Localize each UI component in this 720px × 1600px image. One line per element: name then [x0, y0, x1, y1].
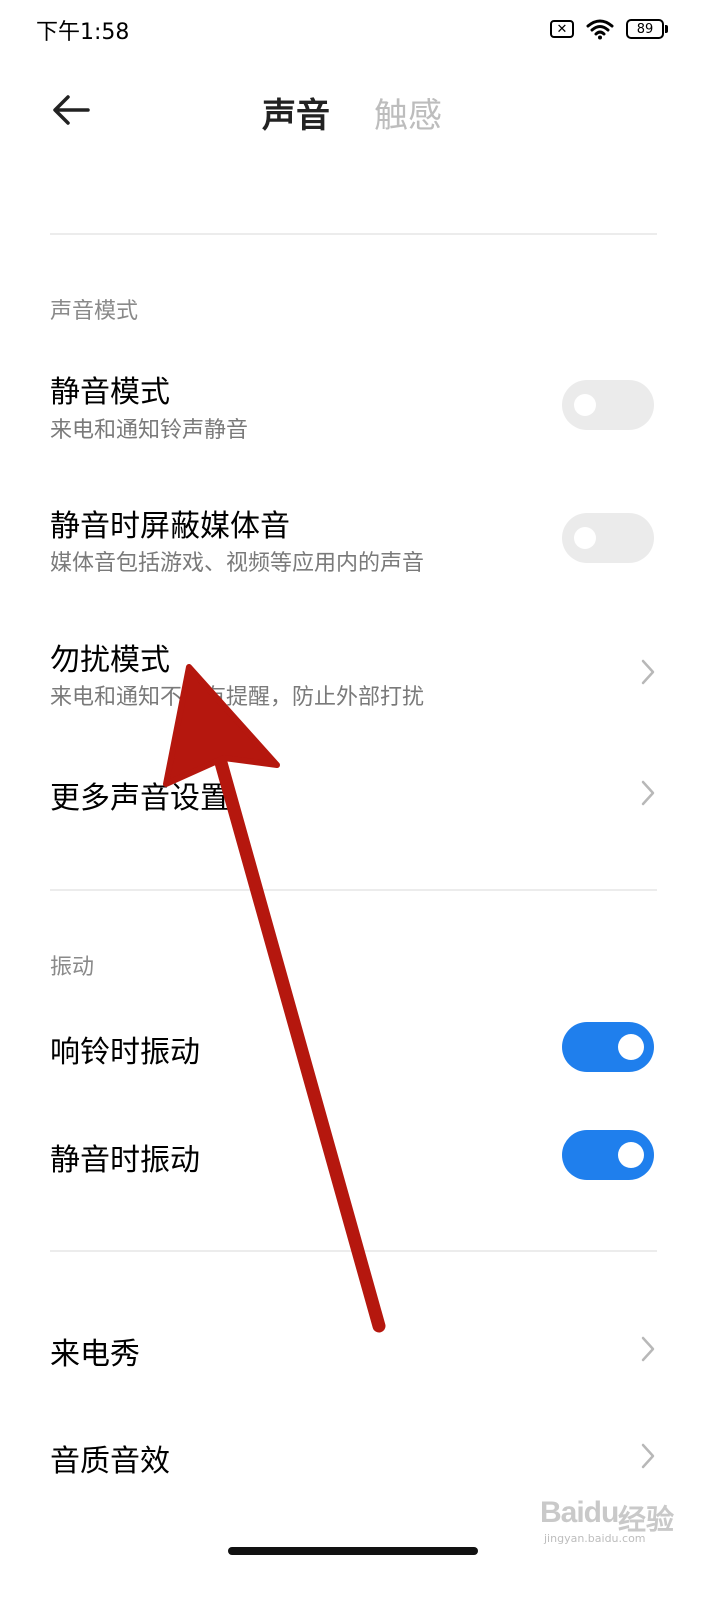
status-icons: ✕ 89 — [550, 18, 668, 40]
divider — [50, 1250, 657, 1252]
row-title: 静音时屏蔽媒体音 — [50, 509, 290, 544]
divider — [50, 889, 657, 891]
tab-sound[interactable]: 声音 — [262, 88, 330, 137]
watermark-site: jingyan.baidu.com — [544, 1532, 646, 1545]
section-label-vibration: 振动 — [50, 955, 95, 980]
row-title: 静音模式 — [50, 375, 170, 410]
row-title: 来电秀 — [50, 1337, 140, 1372]
chevron-right-icon — [641, 780, 655, 806]
mute-media-toggle[interactable] — [562, 513, 654, 563]
row-title: 响铃时振动 — [50, 1035, 200, 1070]
no-sim-icon: ✕ — [550, 20, 574, 38]
section-label-sound-mode: 声音模式 — [50, 299, 139, 324]
vibrate-on-silent-toggle[interactable] — [562, 1130, 654, 1180]
row-title: 勿扰模式 — [50, 643, 170, 678]
row-title: 静音时振动 — [50, 1143, 200, 1178]
watermark-name: Baidu — [540, 1496, 619, 1529]
chevron-right-icon — [641, 1443, 655, 1469]
battery-level: 89 — [626, 19, 664, 39]
row-subtitle: 媒体音包括游戏、视频等应用内的声音 — [50, 551, 425, 576]
silent-mode-toggle[interactable] — [562, 380, 654, 430]
back-arrow-icon[interactable] — [48, 86, 96, 134]
chevron-right-icon — [641, 1336, 655, 1362]
row-title: 更多声音设置 — [50, 781, 230, 816]
tab-haptics[interactable]: 触感 — [374, 88, 442, 137]
row-title: 音质音效 — [50, 1444, 170, 1479]
vibrate-on-ring-toggle[interactable] — [562, 1022, 654, 1072]
row-subtitle: 来电和通知铃声静音 — [50, 418, 249, 443]
row-subtitle: 来电和通知不会有提醒，防止外部打扰 — [50, 685, 425, 710]
status-time: 下午1:58 — [36, 20, 130, 45]
home-indicator[interactable] — [228, 1547, 478, 1555]
chevron-right-icon — [641, 659, 655, 685]
baidu-watermark: Baidu 经验 jingyan.baidu.com — [540, 1492, 710, 1552]
divider — [50, 233, 657, 235]
battery-icon: 89 — [626, 19, 668, 39]
wifi-icon — [586, 19, 614, 40]
